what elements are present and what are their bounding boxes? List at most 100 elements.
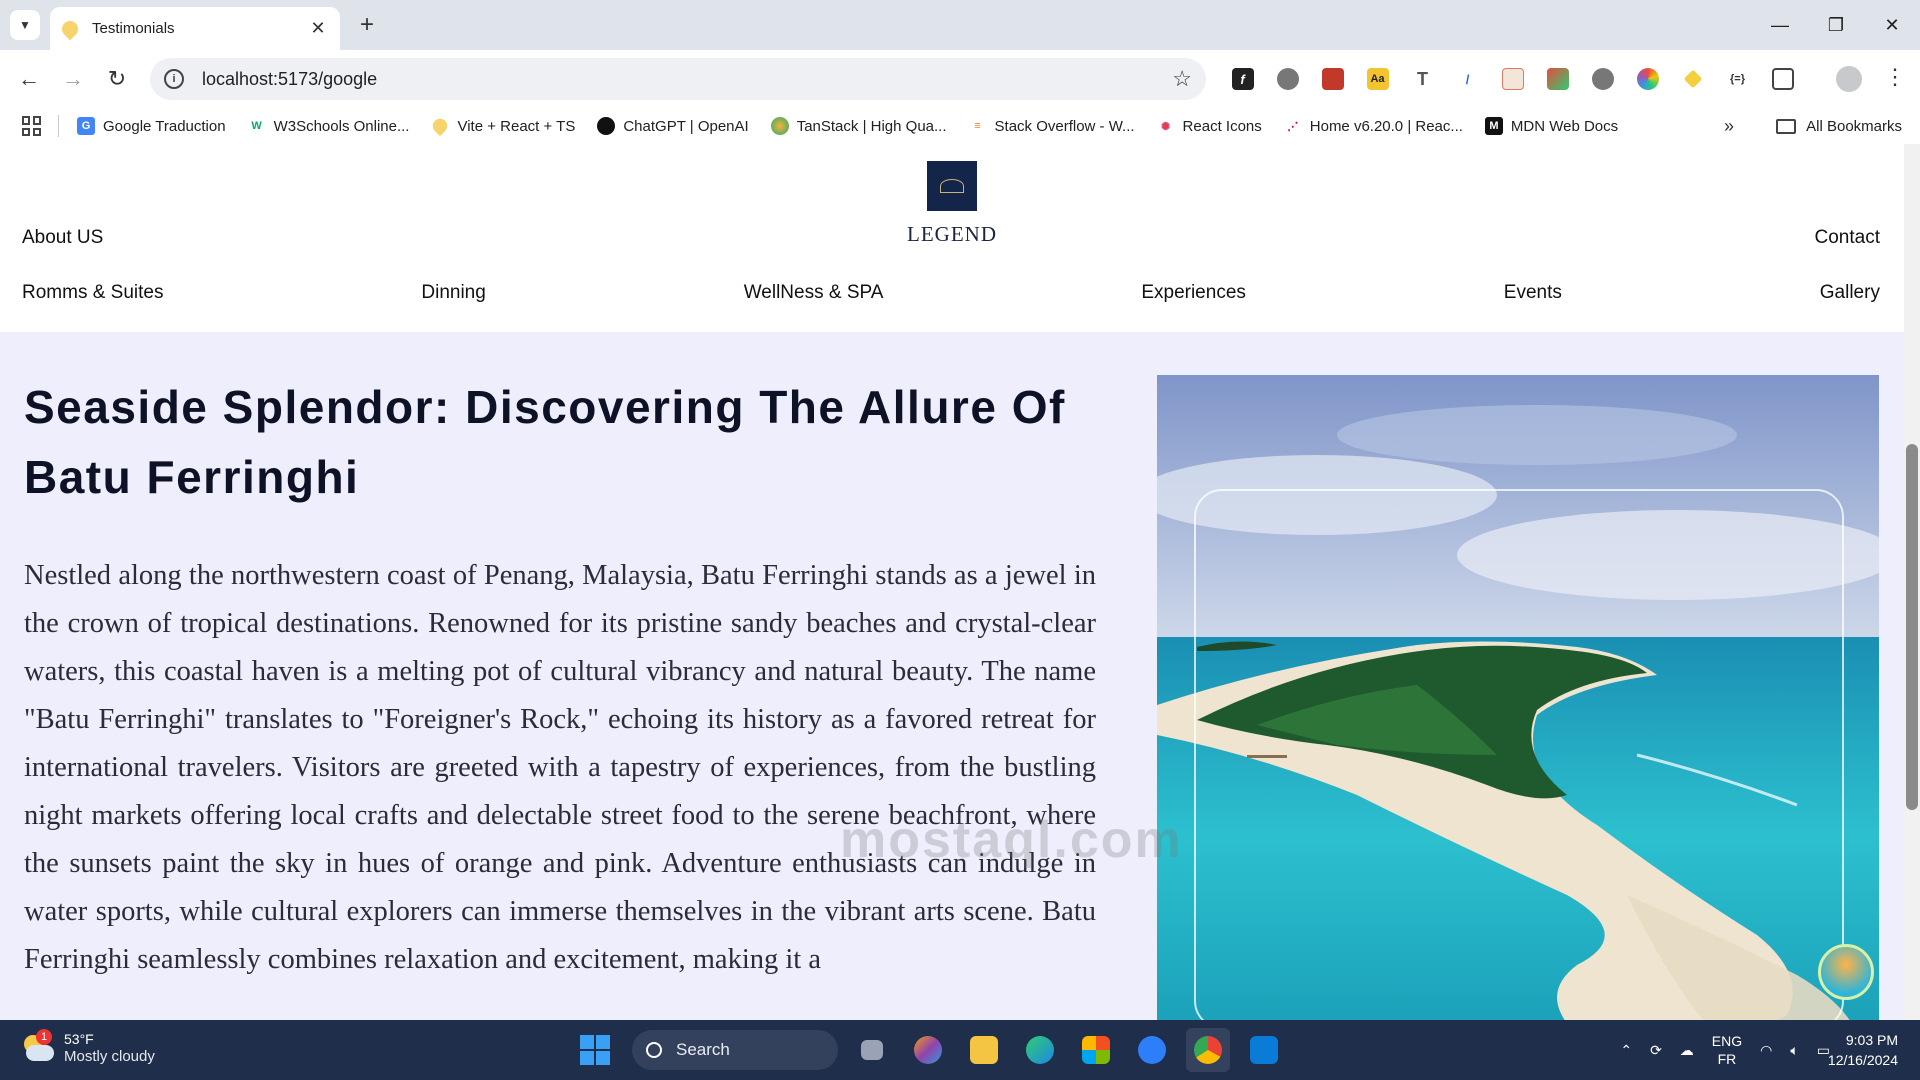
translate-icon: G [77, 117, 95, 135]
bookmark-w3schools[interactable]: W W3Schools Online... [248, 117, 409, 135]
puzzle-extensions-icon[interactable] [1760, 62, 1805, 96]
window-close-icon[interactable]: ✕ [1864, 0, 1920, 50]
system-clock[interactable]: 9:03 PM 12/16/2024 [1828, 1030, 1898, 1070]
system-tray: ⌃ ⟳ ☁ ENG FR ◠ 🔈︎ ▭ [1620, 1020, 1830, 1080]
page-viewport: LEGEND About US Contact Romms & Suites D… [0, 144, 1920, 1020]
extension-icon[interactable] [1535, 62, 1580, 96]
back-arrow-icon[interactable]: ← [14, 64, 44, 94]
bookmark-react-icons[interactable]: ✺ React Icons [1157, 117, 1262, 135]
bookmark-react-router[interactable]: ⋰ Home v6.20.0 | Reac... [1284, 117, 1463, 135]
windows-taskbar: 1 53°F Mostly cloudy Search ⌃ ⟳ ☁ ENG FR… [0, 1020, 1920, 1080]
minimize-icon[interactable]: — [1752, 0, 1808, 50]
more-menu-icon[interactable]: ⋮ [1884, 64, 1906, 90]
microsoft-store-icon[interactable] [1074, 1028, 1118, 1072]
site-info-icon[interactable]: i [164, 69, 184, 89]
show-hidden-icons-chevron-icon[interactable]: ⌃ [1620, 1042, 1632, 1059]
bug-extension-icon[interactable] [1265, 62, 1310, 96]
all-bookmarks[interactable]: All Bookmarks [1776, 118, 1902, 135]
bug-extension-icon[interactable] [1580, 62, 1625, 96]
text-extension-icon[interactable]: T [1400, 62, 1445, 96]
weather-widget[interactable]: 1 53°F Mostly cloudy [20, 1029, 155, 1066]
logo-crest-icon [940, 179, 964, 193]
task-view-icon[interactable] [850, 1028, 894, 1072]
nav-events[interactable]: Events [1504, 282, 1562, 304]
calendar-extension-icon[interactable] [1490, 62, 1535, 96]
browser-tab-strip: ▼ Testimonials ✕ + — ❐ ✕ [0, 0, 1920, 50]
bookmark-stackoverflow[interactable]: ≡ Stack Overflow - W... [969, 117, 1134, 135]
new-tab-plus-icon[interactable]: + [352, 10, 382, 40]
extension-icon[interactable]: f [1220, 62, 1265, 96]
windows-start-icon[interactable] [580, 1035, 610, 1065]
hero-image [1157, 375, 1879, 1020]
nav-wellness-spa[interactable]: WellNess & SPA [744, 282, 884, 304]
search-icon [646, 1042, 662, 1058]
browser-tab-active[interactable]: Testimonials ✕ [50, 7, 340, 50]
react-icons-icon: ✺ [1160, 120, 1171, 133]
scrollbar-thumb[interactable] [1906, 444, 1918, 810]
profile-avatar-icon[interactable] [1836, 66, 1862, 92]
file-explorer-icon[interactable] [962, 1028, 1006, 1072]
tab-search-chevron-icon[interactable]: ▼ [10, 10, 40, 40]
bookmark-chatgpt[interactable]: ChatGPT | OpenAI [597, 117, 749, 135]
weather-temperature: 53°F [64, 1031, 94, 1047]
tanstack-icon [770, 117, 789, 135]
nav-experiences[interactable]: Experiences [1141, 282, 1246, 304]
bookmarks-divider [58, 115, 59, 137]
taskbar-search[interactable]: Search [632, 1030, 838, 1070]
bookmark-vite[interactable]: Vite + React + TS [430, 115, 575, 137]
input-language[interactable]: ENG FR [1712, 1032, 1742, 1068]
article-title: Seaside Splendor: Discovering The Allure… [24, 381, 1066, 503]
reload-icon[interactable]: ↻ [102, 64, 132, 94]
diamond-extension-icon[interactable] [1670, 62, 1715, 96]
nav-contact[interactable]: Contact [1815, 227, 1880, 249]
tab-close-icon[interactable]: ✕ [308, 18, 328, 39]
nav-rooms-suites[interactable]: Romms & Suites [22, 282, 163, 304]
json-extension-icon[interactable]: {=} [1715, 62, 1760, 96]
sync-icon[interactable]: ⟳ [1650, 1042, 1662, 1059]
react-router-icon: ⋰ [1287, 120, 1299, 133]
vite-icon [430, 115, 451, 137]
bookmark-google-traduction[interactable]: G Google Traduction [77, 117, 226, 135]
nav-dining[interactable]: Dinning [421, 282, 485, 304]
address-url[interactable]: localhost:5173/google [202, 69, 1172, 90]
partly-cloudy-icon: 1 [20, 1029, 54, 1063]
browser-toolbar: ← → ↻ i localhost:5173/google ☆ f Aa T /… [0, 50, 1920, 108]
taskbar-apps: Search [580, 1028, 1286, 1072]
hero-image-frame [1194, 489, 1844, 1020]
vscode-icon[interactable] [1242, 1028, 1286, 1072]
window-controls: — ❐ ✕ [1752, 0, 1920, 50]
copilot-icon[interactable] [906, 1028, 950, 1072]
color-wheel-extension-icon[interactable] [1625, 62, 1670, 96]
bookmarks-overflow-icon[interactable]: » [1724, 116, 1734, 137]
tab-title: Testimonials [92, 20, 175, 37]
extension-icon[interactable] [1310, 62, 1355, 96]
address-bar[interactable]: i localhost:5173/google ☆ [150, 58, 1206, 100]
beach-chat-bubble-icon[interactable] [1818, 944, 1874, 1000]
help-icon[interactable] [1130, 1028, 1174, 1072]
stackoverflow-icon: ≡ [974, 120, 981, 132]
openai-icon [597, 117, 616, 135]
extensions-row: f Aa T / {=} [1220, 62, 1805, 96]
restore-icon[interactable]: ❐ [1808, 0, 1864, 50]
folder-icon [1776, 118, 1797, 134]
main-nav: Romms & Suites Dinning WellNess & SPA Ex… [22, 282, 1880, 304]
bookmark-mdn[interactable]: M MDN Web Docs [1484, 117, 1618, 135]
weather-notification-badge: 1 [36, 1029, 52, 1045]
onedrive-offline-icon[interactable]: ☁ [1680, 1042, 1694, 1059]
apps-grid-icon[interactable] [22, 116, 42, 136]
nav-about-us[interactable]: About US [22, 227, 103, 249]
chrome-icon[interactable] [1186, 1028, 1230, 1072]
weather-condition: Mostly cloudy [64, 1048, 155, 1065]
dictionary-extension-icon[interactable]: Aa [1355, 62, 1400, 96]
star-icon[interactable]: ☆ [1172, 66, 1192, 92]
pen-extension-icon[interactable]: / [1445, 62, 1490, 96]
legend-logo[interactable] [927, 161, 977, 211]
forward-arrow-icon[interactable]: → [58, 64, 88, 94]
page-scrollbar[interactable] [1904, 144, 1920, 1020]
edge-icon[interactable] [1018, 1028, 1062, 1072]
volume-icon[interactable]: 🔈︎ [1790, 1042, 1798, 1059]
wifi-icon[interactable]: ◠ [1760, 1042, 1772, 1059]
mdn-icon: M [1484, 117, 1503, 135]
nav-gallery[interactable]: Gallery [1820, 282, 1880, 304]
bookmark-tanstack[interactable]: TanStack | High Qua... [770, 117, 947, 135]
